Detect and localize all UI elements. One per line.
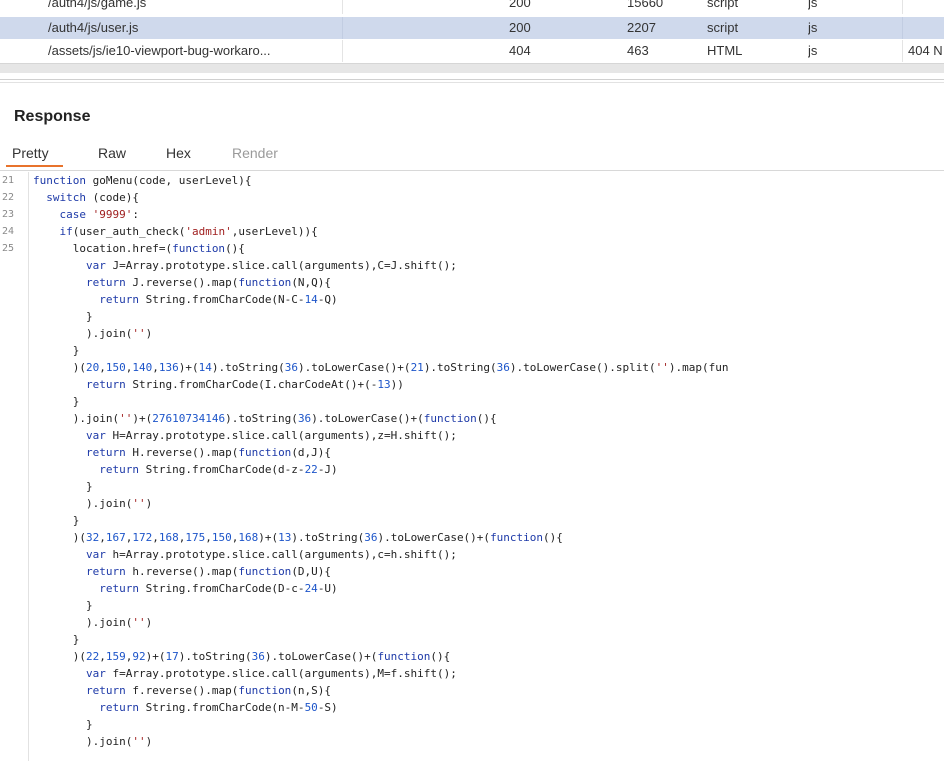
column-divider [902,17,903,39]
table-row-selected[interactable]: /auth4/js/user.js 200 2207 script js [0,17,944,39]
tab-render[interactable]: Render [232,143,278,163]
column-divider [902,40,903,62]
tab-pretty[interactable]: Pretty [6,143,55,163]
column-divider [342,17,343,39]
code-line: return String.fromCharCode(D-c-24-U) [99,582,338,595]
row-length: 15660 [627,0,664,10]
row-mime: script [707,0,739,10]
row-status: 404 [509,43,531,58]
code-line: ).join('')+(27610734146).toString(36).to… [33,412,497,425]
code-line: } [33,395,80,408]
code-line: function goMenu(code, userLevel){ [33,174,252,187]
code-line: )(20,150,140,136)+(14).toString(36).toLo… [33,361,729,374]
code-line: return String.fromCharCode(I.charCodeAt(… [85,378,404,391]
row-length: 2207 [627,20,656,35]
code-line: )(22,159,92)+(17).toString(36).toLowerCa… [33,650,451,663]
response-tabs: Pretty Raw Hex Render [0,143,944,169]
code-line: } [33,633,80,646]
row-mime: HTML [707,43,743,58]
code-line: if(user_auth_check('admin',userLevel)){ [59,225,318,238]
code-line: ).join('') [33,616,153,629]
row-status: 200 [509,0,531,10]
line-number: 25 [2,243,15,254]
response-title: Response [14,108,91,125]
code-line: case '9999': [59,208,140,221]
line-number: 24 [2,226,15,237]
panel-divider-shadow [0,82,944,83]
row-path: /assets/js/ie10-viewport-bug-workaro... [48,43,271,58]
code-line: var J=Array.prototype.slice.call(argumen… [85,259,457,272]
row-extension: js [808,0,818,10]
code-line: ).join('') [33,497,153,510]
code-line: location.href=(function(){ [33,242,245,255]
code-line: return f.reverse().map(function(n,S){ [85,684,332,697]
code-line: return String.fromCharCode(N-C-14-Q) [99,293,338,306]
column-divider [902,0,903,14]
code-line: } [33,599,93,612]
line-number: 21 [2,175,15,186]
code-line: )(32,167,172,168,175,150,168)+(13).toStr… [33,531,563,544]
code-line: ).join('') [33,735,153,748]
code-line: return String.fromCharCode(n-M-50-S) [99,701,338,714]
code-line: return String.fromCharCode(d-z-22-J) [99,463,338,476]
code-line: switch (code){ [46,191,139,204]
active-tab-indicator [6,165,63,167]
row-extension: js [808,43,818,58]
code-line: return J.reverse().map(function(N,Q){ [85,276,332,289]
tabs-divider [0,170,944,171]
code-line: } [33,344,80,357]
line-number: 23 [2,209,15,220]
tab-raw[interactable]: Raw [98,143,126,163]
code-line: var H=Array.prototype.slice.call(argumen… [85,429,457,442]
tab-hex[interactable]: Hex [166,143,191,163]
row-path: /auth4/js/user.js [48,20,139,35]
row-extension: js [808,20,818,35]
code-editor[interactable]: 21 22 23 24 25 function goMenu(code, userLev… [0,172,944,761]
column-divider [342,40,343,62]
row-status: 200 [509,20,531,35]
row-mime: script [707,20,739,35]
code-line: } [33,718,93,731]
row-length: 463 [627,43,649,58]
row-title: 404 N [908,43,943,58]
row-path: /auth4/js/game.js [48,0,147,10]
horizontal-scrollbar[interactable] [0,63,944,73]
line-number-gutter: 21 22 23 24 25 [0,172,29,761]
panel-divider[interactable] [0,79,944,80]
code-line: return h.reverse().map(function(D,U){ [85,565,332,578]
code-line: } [33,310,93,323]
line-number: 22 [2,192,15,203]
code-line: } [33,480,93,493]
code-line: ).join('') [33,327,153,340]
table-row[interactable]: /assets/js/ie10-viewport-bug-workaro... … [0,40,944,62]
code-line: var f=Array.prototype.slice.call(argumen… [85,667,457,680]
code-line: } [33,514,80,527]
column-divider [342,0,343,14]
code-line: var h=Array.prototype.slice.call(argumen… [85,548,457,561]
code-line: return H.reverse().map(function(d,J){ [85,446,332,459]
table-row[interactable]: /auth4/js/game.js 200 15660 script js [0,0,944,14]
